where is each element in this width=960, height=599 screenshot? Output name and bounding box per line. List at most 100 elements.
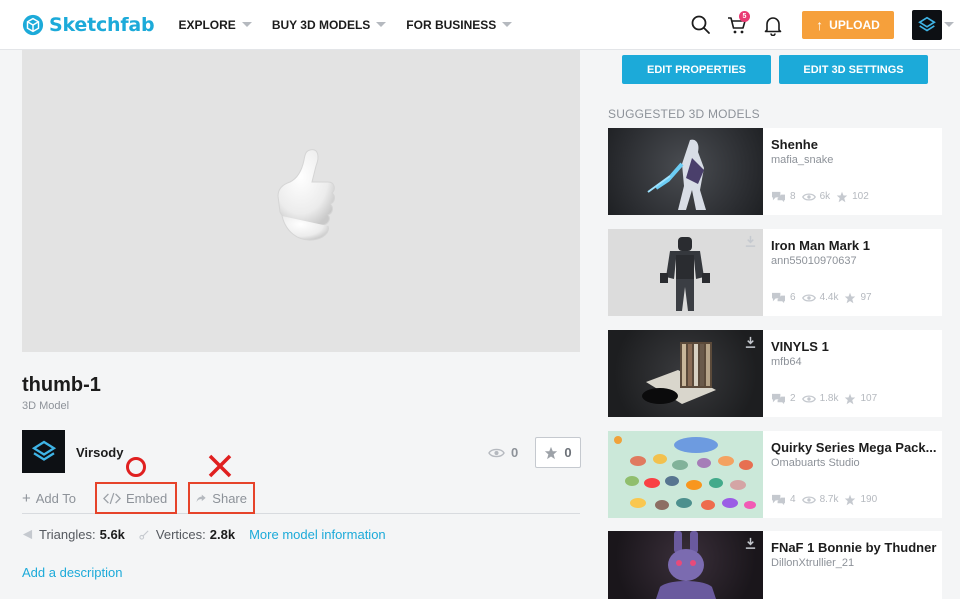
download-icon[interactable] bbox=[744, 537, 757, 550]
cart-icon[interactable]: 5 bbox=[726, 11, 750, 36]
add-description-link[interactable]: Add a description bbox=[22, 565, 122, 580]
user-avatar[interactable] bbox=[912, 10, 942, 40]
like-count: 97 bbox=[860, 292, 872, 303]
nav-buy-3d-models[interactable]: BUY 3D MODELS bbox=[272, 18, 387, 32]
triangles-value: 5.6k bbox=[99, 527, 125, 542]
triangles-label: Triangles: bbox=[39, 527, 96, 542]
main-nav: EXPLORE BUY 3D MODELS FOR BUSINESS bbox=[178, 18, 532, 32]
code-icon bbox=[103, 492, 121, 504]
comment-icon bbox=[772, 393, 785, 405]
model-author[interactable]: ann55010970637 bbox=[771, 255, 857, 267]
chevron-down-icon bbox=[502, 22, 513, 27]
suggested-models-heading: SUGGESTED 3D MODELS bbox=[608, 107, 760, 121]
suggested-model-card[interactable]: VINYLS 1 mfb64 2 1.8k 107 bbox=[608, 330, 942, 417]
add-to-button[interactable]: + Add To bbox=[22, 482, 76, 514]
model-author[interactable]: DillonXtrullier_21 bbox=[771, 557, 854, 569]
eye-icon bbox=[801, 192, 816, 201]
model-viewer[interactable] bbox=[22, 50, 580, 352]
download-icon[interactable] bbox=[744, 336, 757, 349]
embed-label: Embed bbox=[126, 490, 168, 506]
model-author[interactable]: Omabuarts Studio bbox=[771, 457, 860, 469]
like-count: 0 bbox=[564, 445, 572, 460]
model-subtitle: 3D Model bbox=[22, 400, 70, 412]
upload-button[interactable]: ↑ UPLOAD bbox=[802, 11, 894, 39]
model-thumbnail[interactable] bbox=[608, 531, 763, 599]
model-title: thumb-1 bbox=[22, 374, 101, 396]
model-thumbnail[interactable] bbox=[608, 229, 763, 316]
header-actions: 5 ↑ UPLOAD bbox=[690, 0, 954, 50]
model-author[interactable]: mfb64 bbox=[771, 356, 802, 368]
view-count: 4.4k bbox=[819, 292, 839, 303]
star-icon bbox=[545, 446, 558, 459]
chevron-down-icon bbox=[376, 22, 387, 27]
model-name[interactable]: Quirky Series Mega Pack... bbox=[771, 440, 936, 455]
thumbnail-figure bbox=[656, 531, 716, 599]
top-header: Sketchfab EXPLORE BUY 3D MODELS FOR BUSI… bbox=[0, 0, 960, 50]
star-icon bbox=[845, 494, 856, 505]
model-name[interactable]: FNaF 1 Bonnie by Thudner bbox=[771, 540, 936, 555]
eye-icon bbox=[801, 293, 816, 302]
comment-count: 4 bbox=[790, 494, 796, 505]
edit-properties-button[interactable]: EDIT PROPERTIES bbox=[622, 55, 771, 84]
share-label: Share bbox=[212, 490, 247, 506]
add-to-label: Add To bbox=[35, 490, 77, 506]
suggested-model-card[interactable]: FNaF 1 Bonnie by Thudner DillonXtrullier… bbox=[608, 531, 942, 599]
thumbnail-figure bbox=[647, 139, 706, 210]
like-count: 102 bbox=[852, 191, 869, 202]
view-count: 6k bbox=[819, 191, 831, 202]
like-count: 107 bbox=[860, 393, 878, 404]
share-arrow-icon bbox=[196, 494, 206, 502]
share-button[interactable]: Share bbox=[188, 482, 255, 514]
nav-business-label: FOR BUSINESS bbox=[406, 17, 497, 32]
thumbs-up-model bbox=[277, 149, 335, 241]
author-avatar[interactable] bbox=[22, 430, 65, 473]
cart-count-badge: 5 bbox=[739, 11, 750, 22]
suggested-model-card[interactable]: Shenhe mafia_snake 8 6k 102 bbox=[608, 128, 942, 215]
vertices-value: 2.8k bbox=[209, 527, 236, 542]
eye-icon bbox=[801, 495, 816, 504]
model-thumbnail[interactable] bbox=[608, 128, 763, 215]
chevron-down-icon[interactable] bbox=[944, 22, 954, 27]
comment-count: 6 bbox=[790, 292, 796, 303]
vertex-icon bbox=[139, 530, 149, 540]
model-actions-bar: + Add To Embed Share bbox=[22, 482, 580, 514]
nav-explore[interactable]: EXPLORE bbox=[178, 18, 252, 32]
like-button[interactable]: 0 bbox=[535, 437, 581, 468]
vertices-label: Vertices: bbox=[155, 527, 206, 542]
download-icon[interactable] bbox=[744, 235, 757, 248]
nav-for-business[interactable]: FOR BUSINESS bbox=[406, 17, 513, 32]
comment-icon bbox=[772, 494, 785, 506]
author-name[interactable]: Virsody bbox=[76, 445, 123, 460]
edit-3d-settings-button[interactable]: EDIT 3D SETTINGS bbox=[779, 55, 928, 84]
eye-icon bbox=[488, 448, 505, 457]
model-name[interactable]: VINYLS 1 bbox=[771, 339, 829, 354]
model-thumbnail[interactable] bbox=[608, 431, 763, 518]
thumbnail-figure bbox=[642, 342, 716, 404]
suggested-model-card[interactable]: Iron Man Mark 1 ann55010970637 6 4.4k 97 bbox=[608, 229, 942, 316]
model-stats: 4 8.7k 190 bbox=[771, 493, 883, 506]
bell-icon[interactable] bbox=[762, 14, 784, 37]
triangle-icon bbox=[22, 529, 33, 540]
model-author[interactable]: mafia_snake bbox=[771, 154, 833, 166]
model-stats: 2 1.8k 107 bbox=[771, 392, 883, 405]
model-stats: 8 6k 102 bbox=[771, 190, 875, 203]
view-count: 0 bbox=[488, 445, 518, 460]
search-icon[interactable] bbox=[690, 14, 712, 36]
view-count: 8.7k bbox=[819, 494, 839, 505]
upload-label: UPLOAD bbox=[829, 18, 880, 32]
plus-icon: + bbox=[22, 489, 31, 507]
model-stats: 6 4.4k 97 bbox=[771, 291, 878, 304]
model-name[interactable]: Shenhe bbox=[771, 137, 818, 152]
sketchfab-logo[interactable]: Sketchfab bbox=[22, 13, 155, 36]
comment-icon bbox=[772, 191, 785, 203]
chevron-down-icon bbox=[241, 22, 252, 27]
suggested-model-card[interactable]: Quirky Series Mega Pack... Omabuarts Stu… bbox=[608, 431, 942, 518]
model-name[interactable]: Iron Man Mark 1 bbox=[771, 238, 870, 253]
star-icon bbox=[845, 393, 856, 404]
upload-arrow-icon: ↑ bbox=[816, 17, 824, 33]
annotation-cross-mark bbox=[208, 454, 232, 478]
model-thumbnail[interactable] bbox=[608, 330, 763, 417]
more-model-info-link[interactable]: More model information bbox=[249, 527, 386, 542]
embed-button[interactable]: Embed bbox=[95, 482, 177, 514]
logo-text: Sketchfab bbox=[49, 13, 155, 36]
